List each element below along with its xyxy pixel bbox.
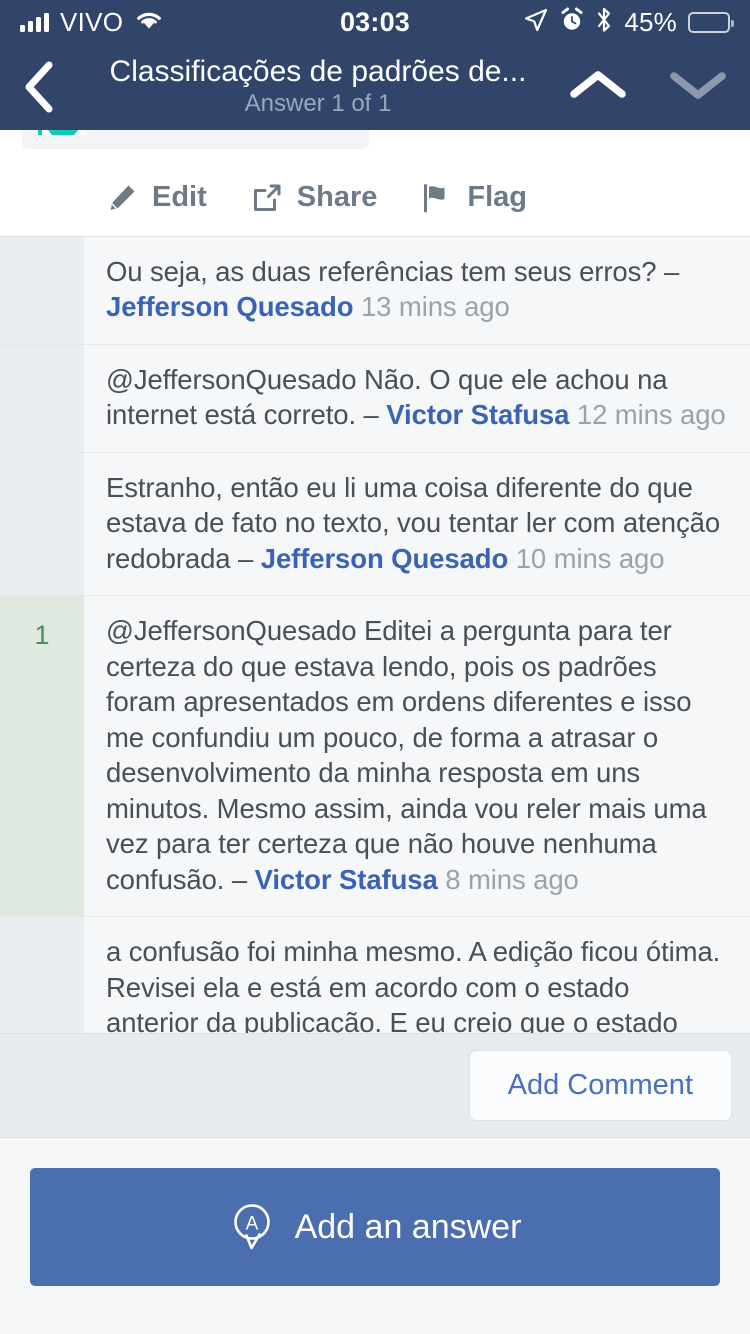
chevron-left-icon: [25, 61, 53, 113]
battery-percent-label: 45%: [624, 6, 677, 37]
comment-author[interactable]: Victor Stafusa: [255, 864, 438, 895]
post-actions: Edit Share Flag: [0, 149, 750, 224]
add-answer-button[interactable]: A Add an answer: [30, 1168, 720, 1286]
comment-list: Ou seja, as duas referências tem seus er…: [0, 236, 750, 1033]
comment-timestamp: 8 mins ago: [445, 863, 579, 895]
user-card[interactable]: 36.5k 5 59 113: [22, 130, 370, 149]
comment-item[interactable]: Estranho, então eu li uma coisa diferent…: [0, 452, 750, 597]
identicon-avatar: [38, 130, 86, 135]
comment-score: 1: [0, 596, 84, 917]
comment-text: Ou seja, as duas referências tem seus er…: [106, 256, 680, 287]
flag-label: Flag: [467, 181, 528, 213]
comment-item[interactable]: a confusão foi minha mesmo. A edição fic…: [0, 917, 750, 1033]
silver-badge: 59: [230, 130, 279, 134]
status-bar: VIVO 03:03 45%: [0, 0, 750, 44]
comment-author[interactable]: Victor Stafusa: [386, 399, 569, 430]
gold-badge: 5: [183, 130, 218, 134]
location-arrow-icon: [523, 7, 549, 38]
share-label: Share: [296, 181, 378, 213]
back-button[interactable]: [22, 60, 76, 114]
share-button[interactable]: Share: [251, 181, 378, 214]
alarm-clock-icon: [560, 7, 584, 38]
post-footer: 36.5k 5 59 113: [0, 130, 750, 236]
answer-bubble-icon: A: [233, 1204, 270, 1250]
bronze-badge-count: 113: [313, 130, 353, 134]
flag-button[interactable]: Flag: [421, 181, 527, 214]
status-bar-right: 45%: [523, 6, 734, 39]
prev-answer-button[interactable]: [568, 68, 628, 107]
nav-arrows: [560, 68, 728, 107]
comment-body: a confusão foi minha mesmo. A edição fic…: [84, 917, 750, 1033]
comment-body: Estranho, então eu li uma coisa diferent…: [84, 453, 750, 595]
comment-score: [0, 452, 84, 596]
comment-score: [0, 237, 84, 344]
add-comment-bar: Add Comment: [0, 1033, 750, 1138]
comment-timestamp: 12 mins ago: [576, 399, 726, 431]
answer-counter: Answer 1 of 1: [244, 90, 392, 118]
comment-author[interactable]: Jefferson Quesado: [106, 291, 354, 322]
silver-badge-count: 59: [251, 130, 279, 134]
edit-label: Edit: [152, 181, 207, 213]
nav-header: Classificações de padrões de... Answer 1…: [0, 44, 750, 130]
comment-timestamp: 13 mins ago: [360, 291, 510, 323]
gold-badge-count: 5: [204, 130, 218, 134]
add-comment-button[interactable]: Add Comment: [468, 1050, 732, 1121]
chevron-up-icon: [570, 70, 626, 98]
reputation-label: 36.5k: [100, 130, 169, 135]
user-card-row: 36.5k 5 59 113: [0, 130, 750, 149]
add-answer-zone: A Add an answer: [0, 1138, 750, 1334]
wifi-icon: [134, 9, 164, 36]
comment-score: [0, 344, 84, 452]
comment-timestamp: 10 mins ago: [515, 542, 665, 574]
chevron-down-icon: [670, 71, 726, 99]
signal-bars-icon: [20, 12, 49, 32]
comment-body: Ou seja, as duas referências tem seus er…: [84, 237, 750, 344]
app-screen: VIVO 03:03 45% Classificações de padrões…: [0, 0, 750, 1334]
comment-item[interactable]: 1 @JeffersonQuesado Editei a pergunta pa…: [0, 596, 750, 918]
badge-list: 5 59 113: [183, 130, 354, 134]
svg-text:A: A: [245, 1214, 258, 1235]
flag-icon: [424, 183, 445, 212]
comment-text: @JeffersonQuesado Editei a pergunta para…: [106, 615, 707, 895]
comment-item[interactable]: Ou seja, as duas referências tem seus er…: [0, 237, 750, 345]
share-box-arrow-icon: [253, 184, 281, 211]
bronze-badge: 113: [292, 130, 353, 134]
next-answer-button[interactable]: [668, 68, 728, 107]
status-bar-left: VIVO: [20, 9, 164, 36]
comment-author[interactable]: Jefferson Quesado: [261, 543, 509, 574]
battery-icon: [688, 11, 734, 33]
pencil-icon: [110, 185, 135, 210]
carrier-label: VIVO: [60, 7, 124, 37]
comment-item[interactable]: @JeffersonQuesado Não. O que ele achou n…: [0, 344, 750, 453]
edit-button[interactable]: Edit: [106, 181, 207, 214]
comment-body: @JeffersonQuesado Não. O que ele achou n…: [84, 345, 750, 452]
comment-score: [0, 917, 84, 1033]
page-title: Classificações de padrões de...: [109, 54, 527, 88]
comment-text: a confusão foi minha mesmo. A edição fic…: [106, 936, 721, 1033]
nav-title-block: Classificações de padrões de... Answer 1…: [76, 55, 560, 120]
bluetooth-icon: [595, 6, 613, 39]
add-answer-label: Add an answer: [294, 1207, 522, 1246]
comment-body: @JeffersonQuesado Editei a pergunta para…: [84, 596, 750, 916]
